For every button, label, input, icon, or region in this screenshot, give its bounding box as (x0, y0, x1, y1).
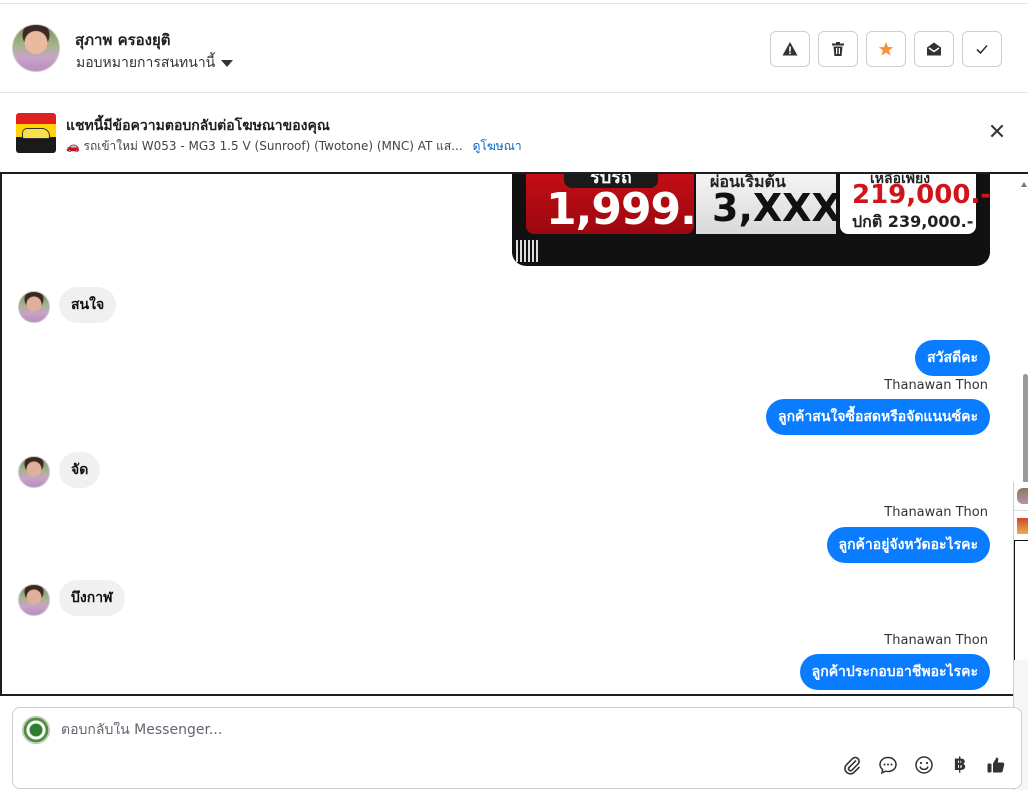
contact-avatar-small[interactable] (18, 291, 50, 323)
composer-tools: ฿ (841, 754, 1007, 776)
delete-button[interactable] (818, 31, 858, 67)
star-button[interactable] (866, 31, 906, 67)
contact-avatar[interactable] (12, 24, 60, 72)
emoji-button[interactable] (913, 754, 935, 776)
check-icon (976, 44, 988, 55)
mark-unread-button[interactable] (914, 31, 954, 67)
scrollbar-thumb[interactable] (1023, 374, 1028, 484)
trash-icon (832, 42, 844, 56)
ad-right-normal-text: ปกติ 239,000.- (852, 212, 974, 231)
thumbs-up-icon (987, 757, 1005, 773)
report-spam-button[interactable] (770, 31, 810, 67)
ad-left-big-text: 1,999.- (546, 184, 714, 235)
message-incoming[interactable]: สนใจ (59, 287, 117, 323)
panel-frame (1014, 540, 1028, 660)
saved-replies-button[interactable] (877, 754, 899, 776)
ad-image-attachment[interactable]: รับรถ 1,999.- ผ่อนเริ่มต้น 3,XXX.- เหลือ… (512, 174, 990, 266)
page-avatar (22, 716, 50, 744)
scroll-up-arrow-icon[interactable] (1021, 182, 1027, 187)
qr-code-image (516, 240, 538, 262)
header-actions (770, 31, 1002, 67)
message-incoming[interactable]: จัด (59, 452, 101, 488)
divider (1014, 510, 1028, 511)
sender-name: Thanawan Thon (884, 633, 988, 648)
message-outgoing[interactable]: สวัสดีคะ (915, 340, 990, 376)
ad-subtitle: รถเข้าใหม่ W053 - MG3 1.5 V (Sunroof) (T… (83, 139, 463, 153)
ad-notice-subtitle-row: 🚗 รถเข้าใหม่ W053 - MG3 1.5 V (Sunroof) … (66, 137, 522, 156)
ad-panel-down-payment: รับรถ 1,999.- (526, 174, 714, 235)
message-outgoing[interactable]: ลูกค้าสนใจซื้อสดหรือจัดแนนซ์คะ (766, 399, 990, 435)
ad-panel-price: เหลือเพียง 219,000.- ปกติ 239,000.- (840, 174, 990, 234)
payment-button[interactable]: ฿ (949, 754, 971, 776)
thumbnail-avatar[interactable] (1017, 488, 1028, 504)
assign-label: มอบหมายการสนทนานี้ (76, 55, 216, 71)
baht-icon: ฿ (953, 754, 967, 775)
message-outgoing[interactable]: ลูกค้าอยู่จังหวัดอะไรคะ (826, 527, 990, 563)
message-outgoing[interactable]: ลูกค้าประกอบอาชีพอะไรคะ (799, 654, 990, 690)
contact-avatar-small[interactable] (18, 456, 50, 488)
message-thread[interactable]: รับรถ 1,999.- ผ่อนเริ่มต้น 3,XXX.- เหลือ… (0, 172, 1028, 696)
mark-done-button[interactable] (962, 31, 1002, 67)
sender-name: Thanawan Thon (884, 505, 988, 520)
like-button[interactable] (985, 754, 1007, 776)
warning-icon (782, 42, 798, 56)
ad-panel-installment: ผ่อนเริ่มต้น 3,XXX.- (696, 174, 871, 234)
attach-button[interactable] (841, 754, 863, 776)
ad-thumbnail[interactable] (16, 113, 56, 153)
envelope-open-icon (927, 42, 941, 56)
ad-subtitle-line: 🚗 รถเข้าใหม่ W053 - MG3 1.5 V (Sunroof) … (66, 137, 463, 156)
caret-down-icon (221, 59, 234, 67)
reply-input[interactable] (61, 722, 821, 738)
contact-avatar-small[interactable] (18, 584, 50, 616)
conversation-header: สุภาพ ครองยุติ มอบหมายการสนทนานี้ (0, 3, 1028, 93)
smiley-icon (915, 756, 933, 774)
ad-right-big-text: 219,000.- (852, 180, 990, 210)
view-ad-link[interactable]: ดูโฆษณา (473, 137, 522, 156)
sender-name: Thanawan Thon (884, 378, 988, 393)
thumbnail-image[interactable] (1017, 518, 1028, 534)
ad-reply-notice: แชทนี้มีข้อความตอบกลับต่อโฆษณาของคุณ 🚗 ร… (0, 94, 1028, 172)
inbox-conversation: สุภาพ ครองยุติ มอบหมายการสนทนานี้ แชทนี้… (0, 0, 1028, 790)
speech-bubble-icon (879, 756, 897, 775)
ad-notice-title: แชทนี้มีข้อความตอบกลับต่อโฆษณาของคุณ (66, 118, 330, 134)
car-icon: 🚗 (66, 140, 80, 153)
message-incoming[interactable]: บึงกาฬ (59, 580, 125, 616)
message-composer: ฿ (12, 707, 1022, 789)
assign-conversation-dropdown[interactable]: มอบหมายการสนทนานี้ (76, 52, 234, 74)
contact-name[interactable]: สุภาพ ครองยุติ (75, 28, 171, 52)
star-icon (878, 42, 894, 56)
paperclip-icon (844, 756, 860, 775)
close-icon[interactable] (988, 122, 1006, 140)
